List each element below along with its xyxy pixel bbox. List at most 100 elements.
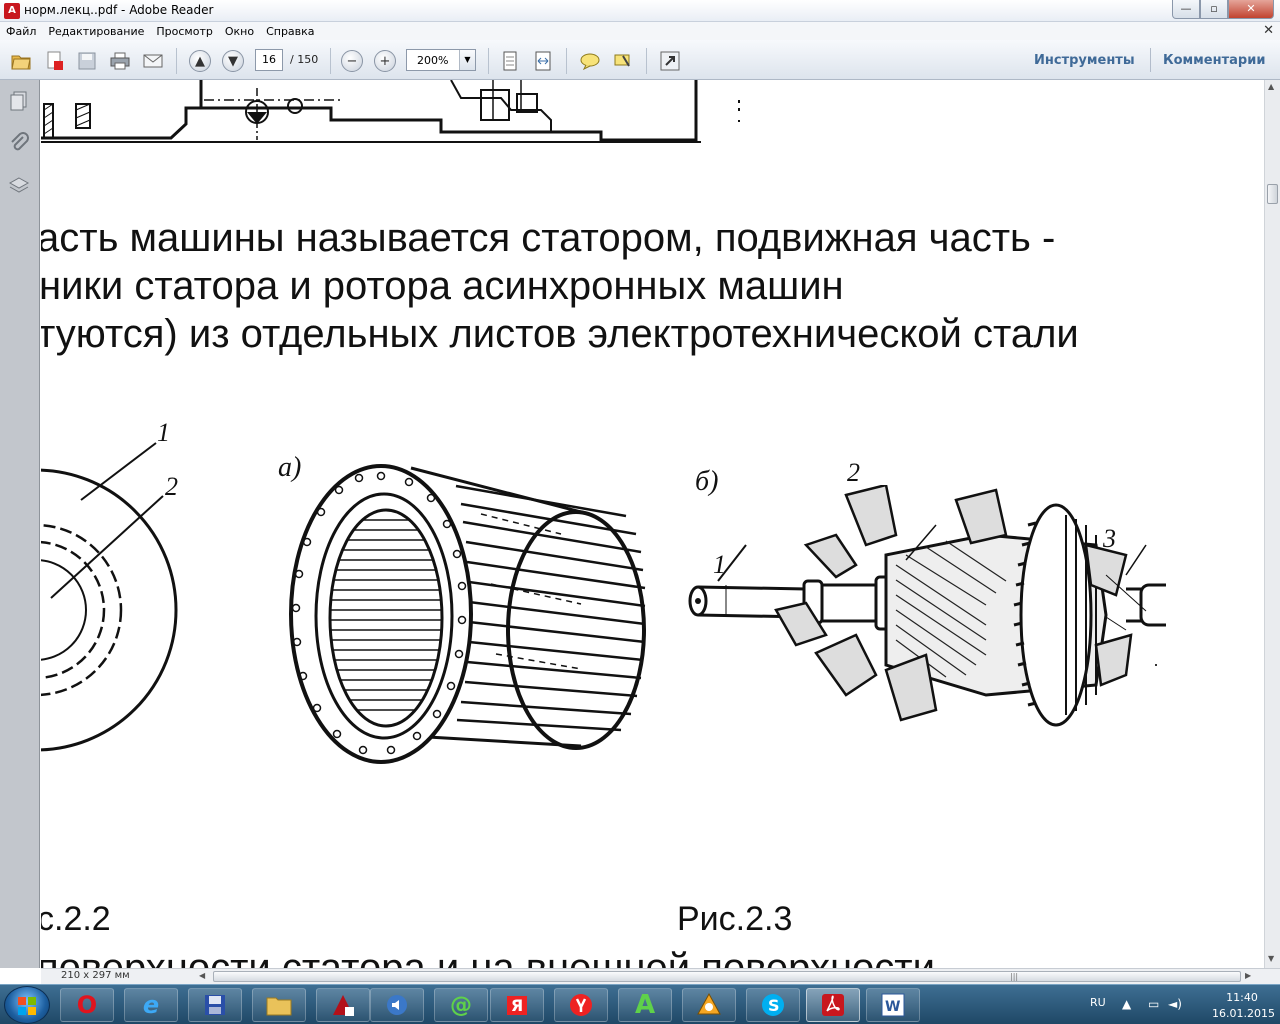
svg-text:S: S bbox=[768, 996, 780, 1015]
minimize-button[interactable]: — bbox=[1172, 0, 1200, 19]
figure-2-3b-drawing bbox=[688, 485, 1166, 727]
taskbar-skype-icon[interactable]: S bbox=[746, 988, 800, 1022]
adobe-reader-icon: A bbox=[4, 3, 20, 19]
menu-view[interactable]: Просмотр bbox=[150, 25, 218, 38]
expand-icon[interactable] bbox=[659, 50, 681, 72]
taskbar-yandex-icon[interactable]: Я bbox=[490, 988, 544, 1022]
zoom-in-icon: + bbox=[374, 50, 396, 72]
page-dimensions: 210 x 297 мм bbox=[61, 970, 130, 981]
figure-2-2-label-2: 2 bbox=[165, 472, 178, 501]
chevron-down-icon[interactable]: ▼ bbox=[459, 50, 475, 70]
window-controls: — ▫ ✕ bbox=[1172, 0, 1274, 19]
document-text-line-3: туются) из отдельных листов электротехни… bbox=[41, 312, 1079, 356]
figure-2-2-label-1: 1 bbox=[157, 418, 170, 447]
rotor-label-2: 2 bbox=[847, 458, 860, 487]
toolbar-separator bbox=[566, 48, 567, 74]
start-button[interactable] bbox=[4, 986, 50, 1024]
toolbar-separator bbox=[1150, 48, 1151, 72]
print-icon[interactable] bbox=[109, 50, 131, 72]
title-bar: A норм.лекц..pdf - Adobe Reader — ▫ ✕ bbox=[0, 0, 1280, 22]
menu-help[interactable]: Справка bbox=[260, 25, 320, 38]
toolbar-separator bbox=[176, 48, 177, 74]
tools-pane-button[interactable]: Инструменты bbox=[1034, 53, 1135, 68]
zoom-select[interactable]: 200% ▼ bbox=[406, 49, 476, 71]
caption-fig-2-3: Рис.2.3 bbox=[677, 900, 793, 938]
taskbar-yandex-browser-icon[interactable] bbox=[554, 988, 608, 1022]
pages-icon[interactable] bbox=[8, 90, 30, 112]
navigation-panel bbox=[0, 80, 40, 968]
document-text-line-1: асть машины называется статором, подвижн… bbox=[41, 216, 1056, 260]
taskbar-adobe-acrobat-icon[interactable] bbox=[316, 988, 370, 1022]
save-icon[interactable] bbox=[76, 50, 98, 72]
maximize-button[interactable]: ▫ bbox=[1200, 0, 1228, 19]
fit-page-icon[interactable] bbox=[499, 50, 521, 72]
document-dot bbox=[1155, 664, 1157, 666]
taskbar-audio-icon[interactable] bbox=[370, 988, 424, 1022]
create-pdf-icon[interactable] bbox=[44, 50, 66, 72]
figure-2-3a-drawing bbox=[289, 464, 646, 764]
comments-pane-button[interactable]: Комментарии bbox=[1163, 53, 1265, 68]
page-up-button[interactable]: ▲ bbox=[189, 50, 211, 72]
menu-window[interactable]: Окно bbox=[219, 25, 260, 38]
zoom-in-button[interactable]: + bbox=[374, 50, 396, 72]
email-icon[interactable] bbox=[142, 50, 164, 72]
clock-time[interactable]: 11:40 bbox=[1212, 991, 1272, 1004]
horizontal-scrollbar-thumb[interactable]: ||| bbox=[213, 971, 1241, 982]
scroll-down-icon[interactable]: ▼ bbox=[1268, 954, 1274, 963]
scroll-right-icon[interactable]: ▶ bbox=[1245, 971, 1251, 980]
tray-expand-icon[interactable]: ▲ bbox=[1122, 997, 1131, 1011]
vertical-scrollbar[interactable]: ▲ ▼ bbox=[1264, 80, 1280, 968]
attachments-icon[interactable] bbox=[8, 132, 30, 154]
toolbar-separator bbox=[646, 48, 647, 74]
grip-icon: ||| bbox=[1010, 972, 1019, 981]
window-title: норм.лекц..pdf - Adobe Reader bbox=[24, 3, 214, 17]
scrollbar-thumb[interactable] bbox=[1267, 184, 1278, 204]
menu-edit[interactable]: Редактирование bbox=[42, 25, 150, 38]
page-number-input[interactable]: 16 bbox=[255, 49, 283, 71]
comment-icon[interactable] bbox=[579, 50, 601, 72]
taskbar-internet-explorer-icon[interactable]: e bbox=[124, 988, 178, 1022]
close-button[interactable]: ✕ bbox=[1228, 0, 1274, 19]
top-drawing-fragment bbox=[41, 80, 740, 143]
zoom-out-icon: − bbox=[341, 50, 363, 72]
taskbar-explorer-icon[interactable] bbox=[252, 988, 306, 1022]
page-up-icon: ▲ bbox=[189, 50, 211, 72]
taskbar-word-icon[interactable]: W bbox=[866, 988, 920, 1022]
status-bar: 210 x 297 мм ◀ ||| ▶ bbox=[41, 968, 1280, 984]
fit-width-icon[interactable] bbox=[532, 50, 554, 72]
system-tray: RU ▲ ▭ ◄) 11:40 16.01.2015 bbox=[1080, 985, 1280, 1024]
taskbar-save-disk-icon[interactable] bbox=[188, 988, 242, 1022]
zoom-out-button[interactable]: − bbox=[341, 50, 363, 72]
page-down-icon: ▼ bbox=[222, 50, 244, 72]
figure-2-2-drawing bbox=[41, 442, 178, 752]
taskbar-mail-ru-icon[interactable]: @ bbox=[434, 988, 488, 1022]
svg-text:W: W bbox=[885, 999, 900, 1015]
volume-icon[interactable]: ◄) bbox=[1168, 997, 1182, 1011]
scroll-left-icon[interactable]: ◀ bbox=[199, 971, 205, 980]
language-indicator[interactable]: RU bbox=[1090, 996, 1106, 1009]
taskbar: O e @ Я A S W RU ▲ ▭ ◄) 11:40 16.01.2015 bbox=[0, 984, 1280, 1024]
taskbar-a-app-icon[interactable]: A bbox=[618, 988, 672, 1022]
document-view[interactable]: асть машины называется статором, подвижн… bbox=[41, 80, 1264, 968]
network-icon[interactable]: ▭ bbox=[1148, 997, 1159, 1011]
page-down-button[interactable]: ▼ bbox=[222, 50, 244, 72]
zoom-value: 200% bbox=[417, 54, 449, 67]
menu-file[interactable]: Файл bbox=[0, 25, 42, 38]
page-total: / 150 bbox=[290, 53, 319, 66]
taskbar-opera-icon[interactable]: O bbox=[60, 988, 114, 1022]
taskbar-avast-icon[interactable] bbox=[682, 988, 736, 1022]
toolbar-separator bbox=[488, 48, 489, 74]
windows-logo-icon bbox=[18, 997, 36, 1015]
highlight-icon[interactable] bbox=[612, 50, 634, 72]
open-icon[interactable] bbox=[10, 50, 32, 72]
toolbar-separator bbox=[330, 48, 331, 74]
caption-fig-2-2: с.2.2 bbox=[41, 900, 111, 938]
document-text-line-4: поверхности статора и на внешней поверхн… bbox=[41, 946, 935, 968]
document-text-line-2: ники статора и ротора асинхронных машин bbox=[41, 264, 844, 308]
close-document-icon[interactable]: ✕ bbox=[1263, 23, 1274, 38]
scroll-up-icon[interactable]: ▲ bbox=[1268, 82, 1274, 91]
clock-date[interactable]: 16.01.2015 bbox=[1212, 1007, 1275, 1020]
taskbar-adobe-reader-icon[interactable] bbox=[806, 988, 860, 1022]
menu-bar: Файл Редактирование Просмотр Окно Справк… bbox=[0, 22, 1280, 40]
layers-icon[interactable] bbox=[8, 175, 30, 197]
